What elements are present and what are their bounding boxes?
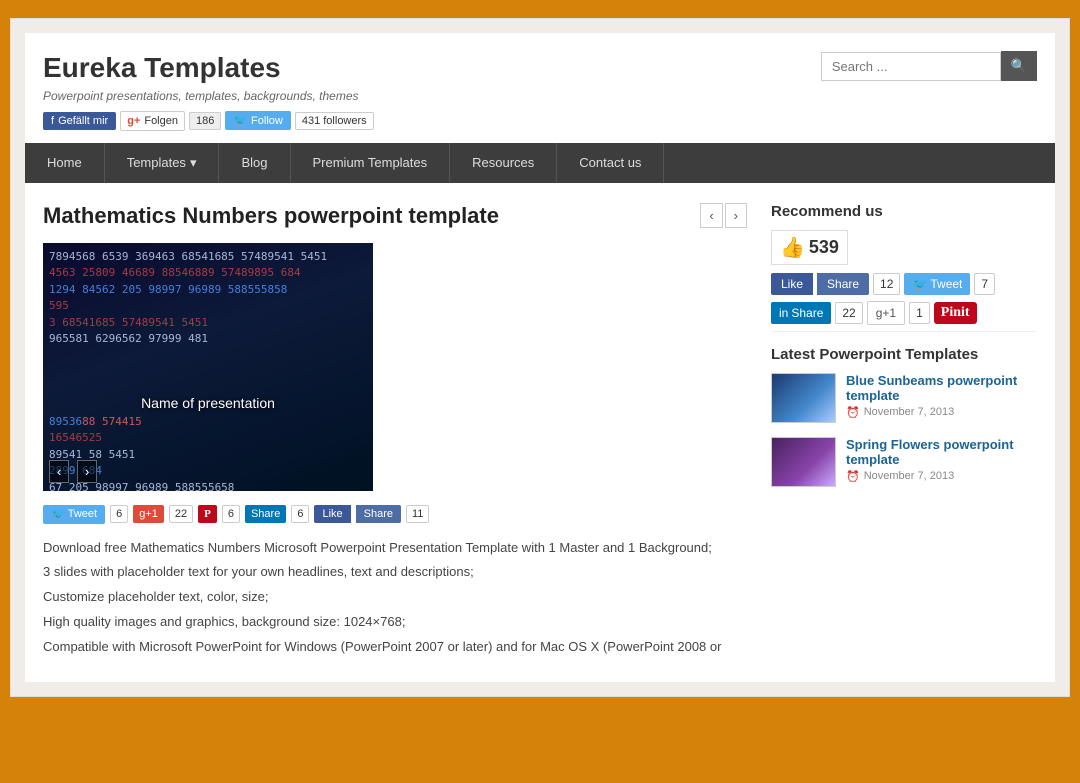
site-subtitle: Powerpoint presentations, templates, bac… [43, 89, 374, 103]
tweet-count: 6 [110, 505, 128, 523]
chevron-down-icon: ▾ [190, 155, 197, 171]
body-line-3: Customize placeholder text, color, size; [43, 587, 747, 608]
nav-item-contact[interactable]: Contact us [557, 143, 664, 183]
sidebar-fb-share-button[interactable]: Share [817, 273, 869, 295]
pin-count: 6 [222, 505, 240, 523]
nav-arrows: ‹ › [700, 203, 747, 228]
sidebar-gplus-count: 1 [909, 302, 930, 324]
social-row-1: Like Share 12 🐦Tweet 7 [771, 273, 1037, 295]
tweet-button[interactable]: 🐦 Tweet [43, 505, 105, 524]
body-line-5: Compatible with Microsoft PowerPoint for… [43, 637, 747, 658]
pinterest-button[interactable]: P [198, 505, 217, 523]
sidebar-tweet-count: 7 [974, 273, 995, 295]
latest-thumb-1[interactable] [771, 373, 836, 423]
gplus-share-count: 22 [169, 505, 193, 523]
sidebar-linkedin-count: 22 [835, 302, 862, 324]
latest-item-date-1: ⏰ November 7, 2013 [846, 406, 1037, 419]
latest-thumb-2[interactable] [771, 437, 836, 487]
fb-like-button[interactable]: f Gefällt mir [43, 112, 116, 130]
slide-next-button[interactable]: › [77, 460, 97, 483]
content-area: Mathematics Numbers powerpoint template … [25, 183, 1055, 682]
slide-background: 7894568 6539 369463 68541685 57489541 54… [43, 243, 373, 491]
twitter-icon: 🐦 [51, 508, 65, 521]
latest-info-2: Spring Flowers powerpoint template ⏰ Nov… [846, 437, 1037, 483]
search-area: 🔍 [821, 51, 1037, 81]
gplus-icon: g+ [127, 115, 140, 127]
article-header: Mathematics Numbers powerpoint template … [43, 203, 747, 229]
twitter-bird-icon: 🐦 [233, 114, 247, 127]
twitter-icon-small: 🐦 [912, 277, 927, 291]
fb-article-like-button[interactable]: Like [314, 505, 350, 523]
sidebar-tweet-button[interactable]: 🐦Tweet [904, 273, 970, 295]
fb-count: 11 [406, 505, 429, 523]
like-count-box: 👍 539 [771, 230, 848, 265]
recommend-title: Recommend us [771, 203, 1037, 220]
sidebar-linkedin-button[interactable]: in Share [771, 302, 831, 324]
body-line-4: High quality images and graphics, backgr… [43, 612, 747, 633]
gplus-share-button[interactable]: g+1 [133, 505, 164, 523]
linkedin-count: 6 [291, 505, 309, 523]
inner-wrapper: Eureka Templates Powerpoint presentation… [25, 33, 1055, 682]
gplus-count: 186 [189, 112, 221, 130]
nav-item-premium[interactable]: Premium Templates [291, 143, 451, 183]
header: Eureka Templates Powerpoint presentation… [25, 33, 1055, 139]
latest-item-title-1[interactable]: Blue Sunbeams powerpoint template [846, 373, 1037, 403]
linkedin-icon: in [779, 306, 788, 320]
slide-prev-button[interactable]: ‹ [49, 460, 69, 483]
site-title: Eureka Templates [43, 51, 374, 85]
clock-icon-2: ⏰ [846, 470, 860, 483]
sidebar-pinterest-button[interactable]: Pinit [934, 302, 977, 324]
main-content: Mathematics Numbers powerpoint template … [43, 203, 747, 662]
spring-flowers-thumbnail [772, 438, 835, 486]
sidebar-fb-like-button[interactable]: Like [771, 273, 813, 295]
fb-article-share-button[interactable]: Share [356, 505, 401, 523]
latest-item-title-2[interactable]: Spring Flowers powerpoint template [846, 437, 1037, 467]
latest-item-1: Blue Sunbeams powerpoint template ⏰ Nove… [771, 373, 1037, 423]
body-line-1: Download free Mathematics Numbers Micros… [43, 538, 747, 559]
social-buttons: f Gefällt mir g+ Folgen 186 🐦 Follow 431… [43, 111, 374, 131]
math-numbers-overlay: 7894568 6539 369463 68541685 57489541 54… [43, 243, 373, 491]
clock-icon-1: ⏰ [846, 406, 860, 419]
sidebar-fb-count: 12 [873, 273, 900, 295]
thumbs-up-icon: 👍 [780, 235, 805, 260]
sidebar-gplus-button[interactable]: g+1 [867, 301, 905, 325]
header-left: Eureka Templates Powerpoint presentation… [43, 51, 374, 131]
next-article-button[interactable]: › [725, 203, 747, 228]
latest-item-2: Spring Flowers powerpoint template ⏰ Nov… [771, 437, 1037, 487]
article-title: Mathematics Numbers powerpoint template [43, 203, 499, 229]
article-body: Download free Mathematics Numbers Micros… [43, 538, 747, 658]
linkedin-share-button[interactable]: Share [245, 505, 286, 523]
search-button[interactable]: 🔍 [1001, 51, 1037, 81]
social-row-2: in Share 22 g+1 1 Pinit [771, 301, 1037, 325]
latest-item-date-2: ⏰ November 7, 2013 [846, 470, 1037, 483]
prev-article-button[interactable]: ‹ [700, 203, 722, 228]
fb-icon: f [51, 115, 54, 127]
like-count-display: 👍 539 [780, 235, 839, 260]
sidebar: Recommend us 👍 539 Like Share 12 🐦Tweet [747, 203, 1037, 662]
nav-item-resources[interactable]: Resources [450, 143, 557, 183]
share-bar: 🐦 Tweet 6 g+1 22 P 6 Share 6 Like [43, 505, 747, 524]
twitter-follow-button[interactable]: 🐦 Follow [225, 111, 291, 130]
like-number: 539 [809, 237, 839, 258]
page-wrapper: Eureka Templates Powerpoint presentation… [10, 18, 1070, 697]
slideshow: 7894568 6539 369463 68541685 57489541 54… [43, 243, 373, 491]
nav-item-templates[interactable]: Templates ▾ [105, 143, 220, 183]
latest-title: Latest Powerpoint Templates [771, 331, 1037, 363]
nav-item-blog[interactable]: Blog [219, 143, 290, 183]
blue-sunbeams-thumbnail [772, 374, 835, 422]
slide-presentation-label: Name of presentation [141, 395, 275, 411]
main-nav: Home Templates ▾ Blog Premium Templates … [25, 143, 1055, 183]
search-input[interactable] [821, 52, 1001, 81]
nav-item-home[interactable]: Home [25, 143, 105, 183]
latest-info-1: Blue Sunbeams powerpoint template ⏰ Nove… [846, 373, 1037, 419]
gplus-follow-button[interactable]: g+ Folgen [120, 111, 185, 131]
body-line-2: 3 slides with placeholder text for your … [43, 562, 747, 583]
twitter-count: 431 followers [295, 112, 374, 130]
